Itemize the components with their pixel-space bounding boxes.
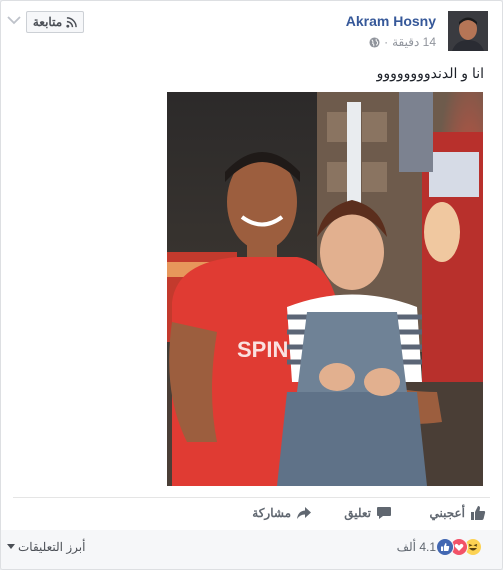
share-label: مشاركة [252, 506, 291, 520]
svg-text:SPIN: SPIN [237, 337, 288, 362]
post-meta: 14 دقيقة · [369, 35, 436, 49]
reactions-summary[interactable]: 4.1 ألف [397, 538, 482, 556]
post-time[interactable]: 14 دقيقة [392, 35, 436, 49]
comment-label: تعليق [344, 506, 371, 520]
comments-footer: 4.1 ألف أبرز التعليقات [1, 530, 502, 569]
chevron-down-icon[interactable] [7, 15, 21, 25]
follow-label: متابعة [32, 15, 63, 29]
thumbs-up-icon [471, 506, 486, 520]
meta-separator: · [384, 35, 389, 49]
reaction-icons [436, 538, 482, 556]
like-button[interactable]: أعجبني [430, 501, 486, 525]
follow-button[interactable]: متابعة [26, 11, 84, 33]
like-reaction-icon [436, 538, 454, 556]
speech-bubble-icon [377, 507, 391, 519]
comment-button[interactable]: تعليق [344, 501, 392, 525]
reaction-count: 4.1 ألف [396, 540, 436, 554]
caret-down-icon [7, 544, 15, 549]
like-label: أعجبني [429, 506, 465, 520]
comment-sort-label: أبرز التعليقات [18, 540, 86, 554]
post-photo[interactable]: SPIN [167, 92, 483, 486]
author-name[interactable]: Akram Hosny [346, 13, 436, 29]
post-text: انا و الدندوووووووو [376, 65, 484, 81]
actions-divider [13, 497, 490, 498]
comment-sort-dropdown[interactable]: أبرز التعليقات [7, 540, 85, 554]
rss-icon [66, 16, 77, 28]
globe-icon[interactable] [369, 36, 380, 48]
avatar[interactable] [448, 11, 488, 51]
share-button[interactable]: مشاركة [252, 501, 312, 525]
post-card: متابعة Akram Hosny 14 دقيقة · انا و الدن… [0, 0, 503, 570]
share-arrow-icon [297, 507, 311, 519]
